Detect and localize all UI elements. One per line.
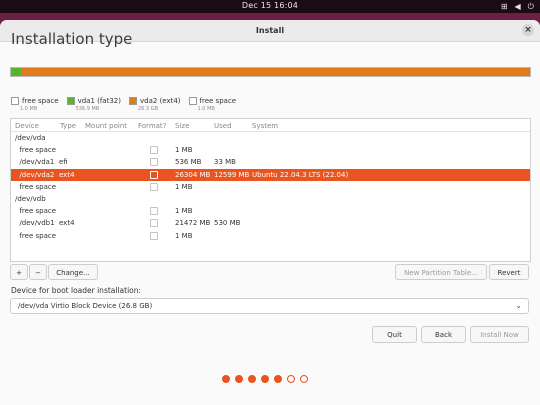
legend-item: vda1 (fat32) 536.9 MB [66,97,121,112]
network-icon[interactable]: ⊞ [501,1,508,12]
cell-used: 33 MB [214,158,236,167]
legend-size: 536.9 MB [75,106,100,112]
legend-label: vda1 (fat32) [77,97,121,105]
cell-size: 1 MB [175,207,193,216]
table-body: /dev/vda free space 1 MB /dev/vda1 efi 536 … [11,132,530,242]
cell-size: 1 MB [175,182,193,191]
progress-dot [248,375,256,383]
progress-dot [287,375,295,383]
cell-size: 1 MB [175,231,193,240]
table-row[interactable]: free space 1 MB [11,181,530,193]
format-checkbox[interactable] [150,231,158,240]
progress-dots [222,375,308,383]
cell-size: 26304 MB [175,170,211,179]
chevron-down-icon: ⌄ [515,301,522,310]
partition-legend: free space 1.0 MB vda1 (fat32) 536.9 MB vda2… [11,97,236,112]
cell-type: ext4 [59,170,75,179]
table-row[interactable]: /dev/vda1 efi 536 MB 33 MB [11,156,530,168]
col-size[interactable]: Size [175,122,189,130]
progress-dot [235,375,243,383]
format-checkbox[interactable] [150,207,158,216]
legend-swatch [128,97,137,105]
cell-device: /dev/vda2 [15,170,55,179]
format-checkbox[interactable] [150,146,158,155]
cell-used: 12599 MB [214,170,250,179]
power-icon[interactable]: ⏻ [528,1,534,12]
page-title: Installation type [11,30,133,48]
table-row[interactable]: /dev/vdb1 ext4 21472 MB 530 MB [11,217,530,229]
progress-dot [300,375,308,383]
cell-device: free space [15,231,57,240]
table-row[interactable]: free space 1 MB [11,144,530,156]
progress-dot [261,375,269,383]
table-row[interactable]: /dev/vdb [11,193,530,205]
new-partition-table-button[interactable]: New Partition Table... [395,264,487,280]
cell-device: /dev/vdb1 [15,219,55,228]
legend-item: free space 1.0 MB [188,97,237,112]
cell-device: /dev/vdb [15,194,46,203]
add-partition-button[interactable]: + [10,264,28,280]
install-now-button[interactable]: Install Now [470,326,529,343]
format-checkbox[interactable] [150,219,158,228]
volume-icon[interactable]: ◀ [515,1,521,12]
partition-segment-vda1 [11,68,22,76]
legend-size: 26.3 GB [137,106,159,112]
legend-label: vda2 (ext4) [139,97,181,105]
col-type[interactable]: Type [60,122,76,130]
legend-item: free space 1.0 MB [11,97,59,112]
format-checkbox[interactable] [150,182,158,191]
quit-button[interactable]: Quit [372,326,417,343]
table-row[interactable]: free space 1 MB [11,230,530,242]
top-bar: Dec 15 16:04 ⊞ ◀ ⏻ [0,0,540,13]
col-device[interactable]: Device [15,122,39,130]
table-row[interactable]: /dev/vda2 ext4 26304 MB 12599 MB Ubuntu 22.0… [11,168,530,181]
progress-dot [222,375,230,383]
cell-system: Ubuntu 22.04.3 LTS (22.04) [252,170,349,179]
format-checkbox[interactable] [150,158,158,167]
cell-size: 1 MB [175,146,193,155]
partition-segment-vda2 [21,68,530,76]
cell-device: /dev/vda [15,134,46,142]
cell-size: 21472 MB [175,219,211,228]
revert-button[interactable]: Revert [489,264,529,280]
legend-swatch [11,97,19,105]
col-used[interactable]: Used [214,122,232,130]
cell-device: /dev/vda1 [15,158,55,167]
boot-loader-label: Device for boot loader installation: [11,286,142,295]
col-system[interactable]: System [252,122,278,130]
legend-size: 1.0 MB [197,106,215,112]
cell-device: free space [15,182,57,191]
col-mount[interactable]: Mount point [85,122,127,130]
back-button[interactable]: Back [421,326,466,343]
change-partition-button[interactable]: Change... [48,264,98,280]
boot-loader-value: /dev/vda Virtio Block Device (26.8 GB) [18,302,153,310]
cell-used: 530 MB [214,219,241,228]
table-row[interactable]: free space 1 MB [11,205,530,217]
cell-type: efi [59,158,68,167]
table-row[interactable]: /dev/vda [11,132,530,144]
col-format[interactable]: Format? [138,122,166,130]
legend-label: free space [199,97,237,105]
cell-device: free space [15,207,57,216]
cell-size: 536 MB [175,158,202,167]
table-header: Device Type Mount point Format? Size Use… [11,119,530,132]
remove-partition-button[interactable]: − [29,264,47,280]
legend-item: vda2 (ext4) 26.3 GB [128,97,181,112]
close-icon[interactable]: × [522,24,534,36]
legend-swatch [66,97,75,105]
legend-swatch [188,97,197,105]
system-tray[interactable]: ⊞ ◀ ⏻ [501,1,534,12]
format-checkbox[interactable] [150,170,158,179]
legend-size: 1.0 MB [20,106,38,112]
progress-dot [274,375,282,383]
boot-loader-select[interactable]: /dev/vda Virtio Block Device (26.8 GB) ⌄ [10,298,529,314]
clock[interactable]: Dec 15 16:04 [0,1,540,10]
legend-label: free space [22,97,59,105]
partition-table[interactable]: Device Type Mount point Format? Size Use… [10,118,531,262]
cell-type: ext4 [59,219,75,228]
partition-bar [10,67,531,77]
cell-device: free space [15,146,57,155]
